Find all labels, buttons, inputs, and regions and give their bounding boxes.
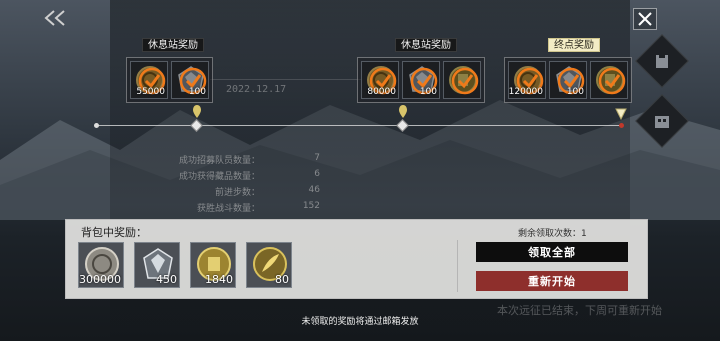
station-pin-icon	[399, 105, 407, 118]
reward-slot[interactable]: 80000	[361, 61, 399, 99]
station-2-label: 休息站奖励	[395, 38, 457, 52]
stat-label: 成功招募队员数量：	[178, 156, 260, 166]
bag-item-amount: 1840	[205, 273, 233, 286]
reward-slot[interactable]: 100	[402, 61, 440, 99]
station-pin-icon	[193, 105, 201, 118]
track-start-dot	[94, 123, 99, 128]
track-end-dot	[619, 123, 624, 128]
bag-item-amount: 300000	[79, 273, 121, 286]
footer-note: 未领取的奖励将通过邮箱发放	[301, 317, 419, 327]
checkmark-icon	[598, 67, 626, 95]
reward-slot[interactable]: 55000	[130, 61, 168, 99]
restart-button[interactable]: 重新开始	[476, 271, 628, 291]
stat-value: 7	[314, 153, 320, 163]
station-1-rewards: 55000 100	[126, 57, 213, 103]
stat-label: 成功获得藏品数量：	[178, 172, 260, 182]
bag-item-amount: 450	[156, 273, 177, 286]
checkmark-icon	[451, 67, 479, 95]
bag-item[interactable]: 80	[246, 242, 292, 288]
stat-value: 46	[308, 185, 320, 195]
station-1-label: 休息站奖励	[142, 38, 204, 52]
ghost-divider	[210, 79, 370, 80]
reward-amount: 100	[419, 87, 437, 97]
bag-item[interactable]: 450	[134, 242, 180, 288]
reward-amount: 100	[566, 87, 584, 97]
reward-slot[interactable]	[590, 61, 628, 99]
progress-track	[96, 125, 623, 126]
back-button[interactable]	[40, 8, 74, 28]
ghost-date: 2022.12.17	[226, 84, 287, 95]
panel-divider	[457, 240, 458, 292]
stat-label: 前进步数：	[214, 188, 260, 198]
final-station-rewards: 120000 100	[504, 57, 632, 103]
bag-item[interactable]: 1840	[190, 242, 236, 288]
bag-item[interactable]: 300000	[78, 242, 124, 288]
stat-label: 获胜战斗数量：	[196, 204, 260, 214]
current-position-marker-icon	[615, 108, 627, 121]
reward-slot[interactable]	[443, 61, 481, 99]
bag-item-amount: 80	[275, 273, 289, 286]
reward-amount: 80000	[367, 87, 396, 97]
reward-slot[interactable]: 120000	[508, 61, 546, 99]
bag-rewards-panel: 背包中奖励： 300000 450 1840 80 剩余领取次数：1 领取全部 …	[65, 219, 648, 299]
reward-slot[interactable]: 100	[171, 61, 209, 99]
stat-value: 6	[314, 169, 320, 179]
bag-rewards-title: 背包中奖励：	[81, 226, 147, 239]
final-station-label: 终点奖励	[548, 38, 600, 52]
reward-slot[interactable]: 100	[549, 61, 587, 99]
close-button[interactable]	[633, 8, 657, 30]
castle-icon	[656, 55, 668, 68]
claim-all-button[interactable]: 领取全部	[476, 242, 628, 262]
reward-amount: 100	[188, 87, 206, 97]
stat-value: 152	[302, 201, 320, 211]
double-chevron-left-icon	[44, 10, 65, 26]
building-icon	[655, 116, 669, 128]
station-2-rewards: 80000 100	[357, 57, 485, 103]
remaining-claims: 剩余领取次数：1	[518, 229, 587, 239]
close-icon	[638, 12, 652, 26]
reward-amount: 55000	[136, 87, 165, 97]
reward-amount: 120000	[508, 87, 543, 97]
